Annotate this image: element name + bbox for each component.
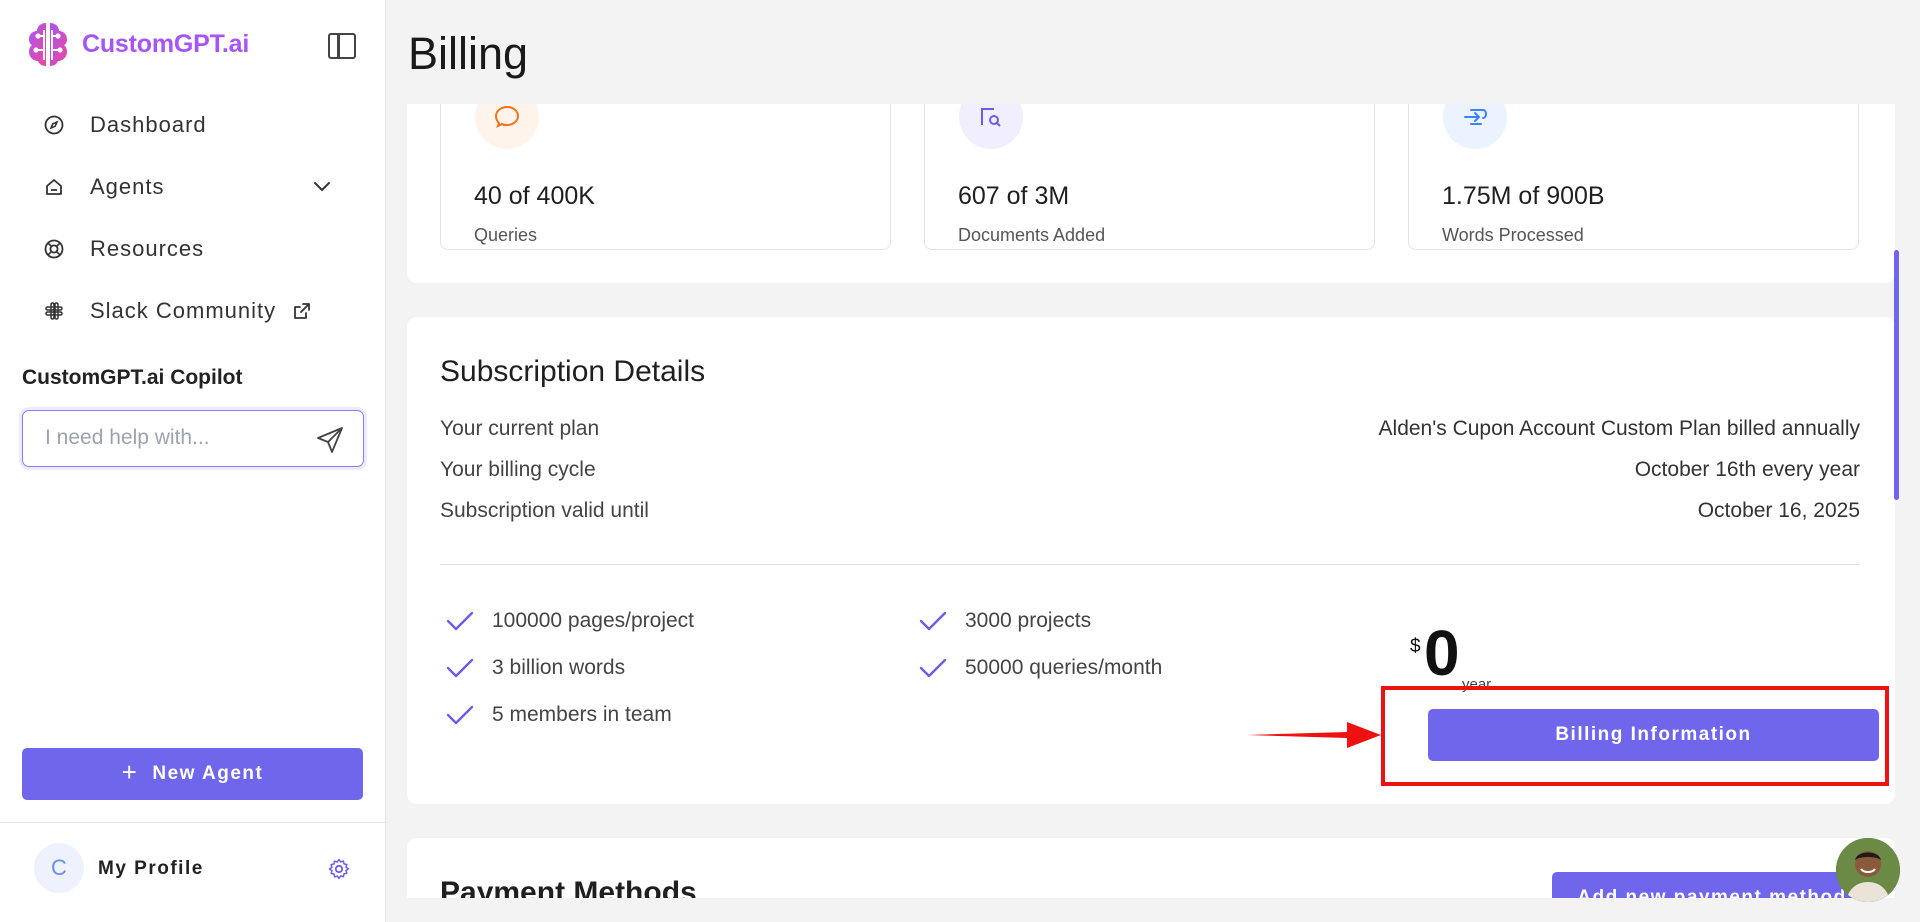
feature-item: 50000 queries/month <box>913 656 1162 680</box>
check-icon <box>919 658 947 678</box>
feature-label: 50000 queries/month <box>965 656 1163 679</box>
person-photo-icon <box>1836 838 1900 902</box>
sidebar-nav: Dashboard Agents Resources Slack Communi… <box>22 94 362 342</box>
chevron-down-icon[interactable] <box>312 176 332 196</box>
feature-label: 100000 pages/project <box>492 609 694 632</box>
main-content: 40 of 400K Queries 607 of 3M Documents A… <box>387 0 1920 922</box>
price-amount: 0 <box>1424 617 1460 689</box>
feature-item: 5 members in team <box>440 703 672 727</box>
row-label: Subscription valid until <box>440 499 649 522</box>
feature-item: 3 billion words <box>440 656 625 680</box>
support-chat-avatar[interactable] <box>1836 838 1900 902</box>
sidebar-item-label: Agents <box>90 174 165 199</box>
check-icon <box>446 658 474 678</box>
feature-item: 100000 pages/project <box>440 609 694 633</box>
stat-label: Documents Added <box>958 225 1106 245</box>
row-value: October 16th every year <box>1634 458 1860 481</box>
profile-name[interactable]: My Profile <box>98 858 204 880</box>
brand-name: CustomGPT.ai <box>82 29 250 58</box>
feature-item: 3000 projects <box>913 609 1091 633</box>
subscription-details-panel: Subscription Details Your current plan A… <box>407 317 1895 804</box>
sidebar-item-agents[interactable]: Agents <box>22 156 362 218</box>
send-icon[interactable] <box>315 425 345 455</box>
sidebar-item-dashboard[interactable]: Dashboard <box>22 94 362 156</box>
check-icon <box>446 705 474 725</box>
check-icon <box>446 611 474 631</box>
copilot-title: CustomGPT.ai Copilot <box>22 366 243 389</box>
row-value: October 16, 2025 <box>1697 499 1860 522</box>
profile-bar: C My Profile <box>0 822 386 922</box>
valid-until-row: Subscription valid until October 16, 202… <box>440 499 1860 523</box>
new-agent-button[interactable]: + New Agent <box>22 748 363 800</box>
scrollbar[interactable] <box>1894 250 1899 500</box>
feature-label: 3 billion words <box>492 656 626 679</box>
stat-label: Words Processed <box>1442 225 1584 245</box>
sidebar-item-resources[interactable]: Resources <box>22 218 362 280</box>
price-period: year <box>1462 676 1492 693</box>
page-title: Billing <box>408 28 529 79</box>
stat-value: 40 of 400K <box>474 182 595 210</box>
stat-value: 607 of 3M <box>958 182 1070 210</box>
row-value: Alden's Cupon Account Custom Plan billed… <box>1378 417 1860 440</box>
sidebar: CustomGPT.ai Dashboard Agents Resources <box>0 0 386 922</box>
compass-icon <box>44 115 64 135</box>
lifebuoy-icon <box>44 239 64 259</box>
subscription-title: Subscription Details <box>440 355 706 388</box>
stat-value: 1.75M of 900B <box>1442 182 1605 210</box>
external-link-icon <box>292 301 312 321</box>
add-payment-method-button[interactable]: Add new payment method <box>1552 872 1872 898</box>
feature-label: 5 members in team <box>492 703 672 726</box>
stat-card-queries: 40 of 400K Queries <box>440 85 891 250</box>
sidebar-item-label: Slack Community <box>90 298 277 323</box>
brain-logo-icon <box>29 23 67 66</box>
row-label: Your billing cycle <box>440 458 596 481</box>
divider <box>440 564 1860 565</box>
plus-icon: + <box>121 757 139 787</box>
feature-label: 3000 projects <box>965 609 1092 632</box>
sidebar-item-label: Resources <box>90 236 205 261</box>
stat-card-words: 1.75M of 900B Words Processed <box>1408 85 1859 250</box>
sidebar-item-label: Dashboard <box>90 112 207 137</box>
billing-information-button[interactable]: Billing Information <box>1428 709 1879 761</box>
page-header: Billing <box>387 0 1920 104</box>
slack-icon <box>44 301 64 321</box>
payment-methods-panel: Payment Methods Add new payment method <box>407 838 1895 898</box>
sidebar-item-slack-community[interactable]: Slack Community <box>22 280 362 342</box>
row-label: Your current plan <box>440 417 600 440</box>
arrow-right-icon <box>1247 722 1381 748</box>
payment-methods-title: Payment Methods <box>440 876 697 898</box>
copilot-input[interactable] <box>45 426 305 450</box>
price-currency: $ <box>1410 636 1421 657</box>
current-plan-row: Your current plan Alden's Cupon Account … <box>440 417 1860 441</box>
brand-logo-link[interactable]: CustomGPT.ai <box>22 18 249 70</box>
stat-label: Queries <box>474 225 538 245</box>
home-icon <box>44 177 64 197</box>
stat-card-documents: 607 of 3M Documents Added <box>924 85 1375 250</box>
sidebar-collapse-icon[interactable] <box>328 33 356 59</box>
bottom-gutter <box>387 898 1920 922</box>
check-icon <box>919 611 947 631</box>
copilot-input-box <box>22 410 364 467</box>
billing-cycle-row: Your billing cycle October 16th every ye… <box>440 458 1860 482</box>
avatar[interactable]: C <box>34 843 84 893</box>
gear-icon[interactable] <box>327 857 351 881</box>
new-agent-label: New Agent <box>152 763 264 784</box>
